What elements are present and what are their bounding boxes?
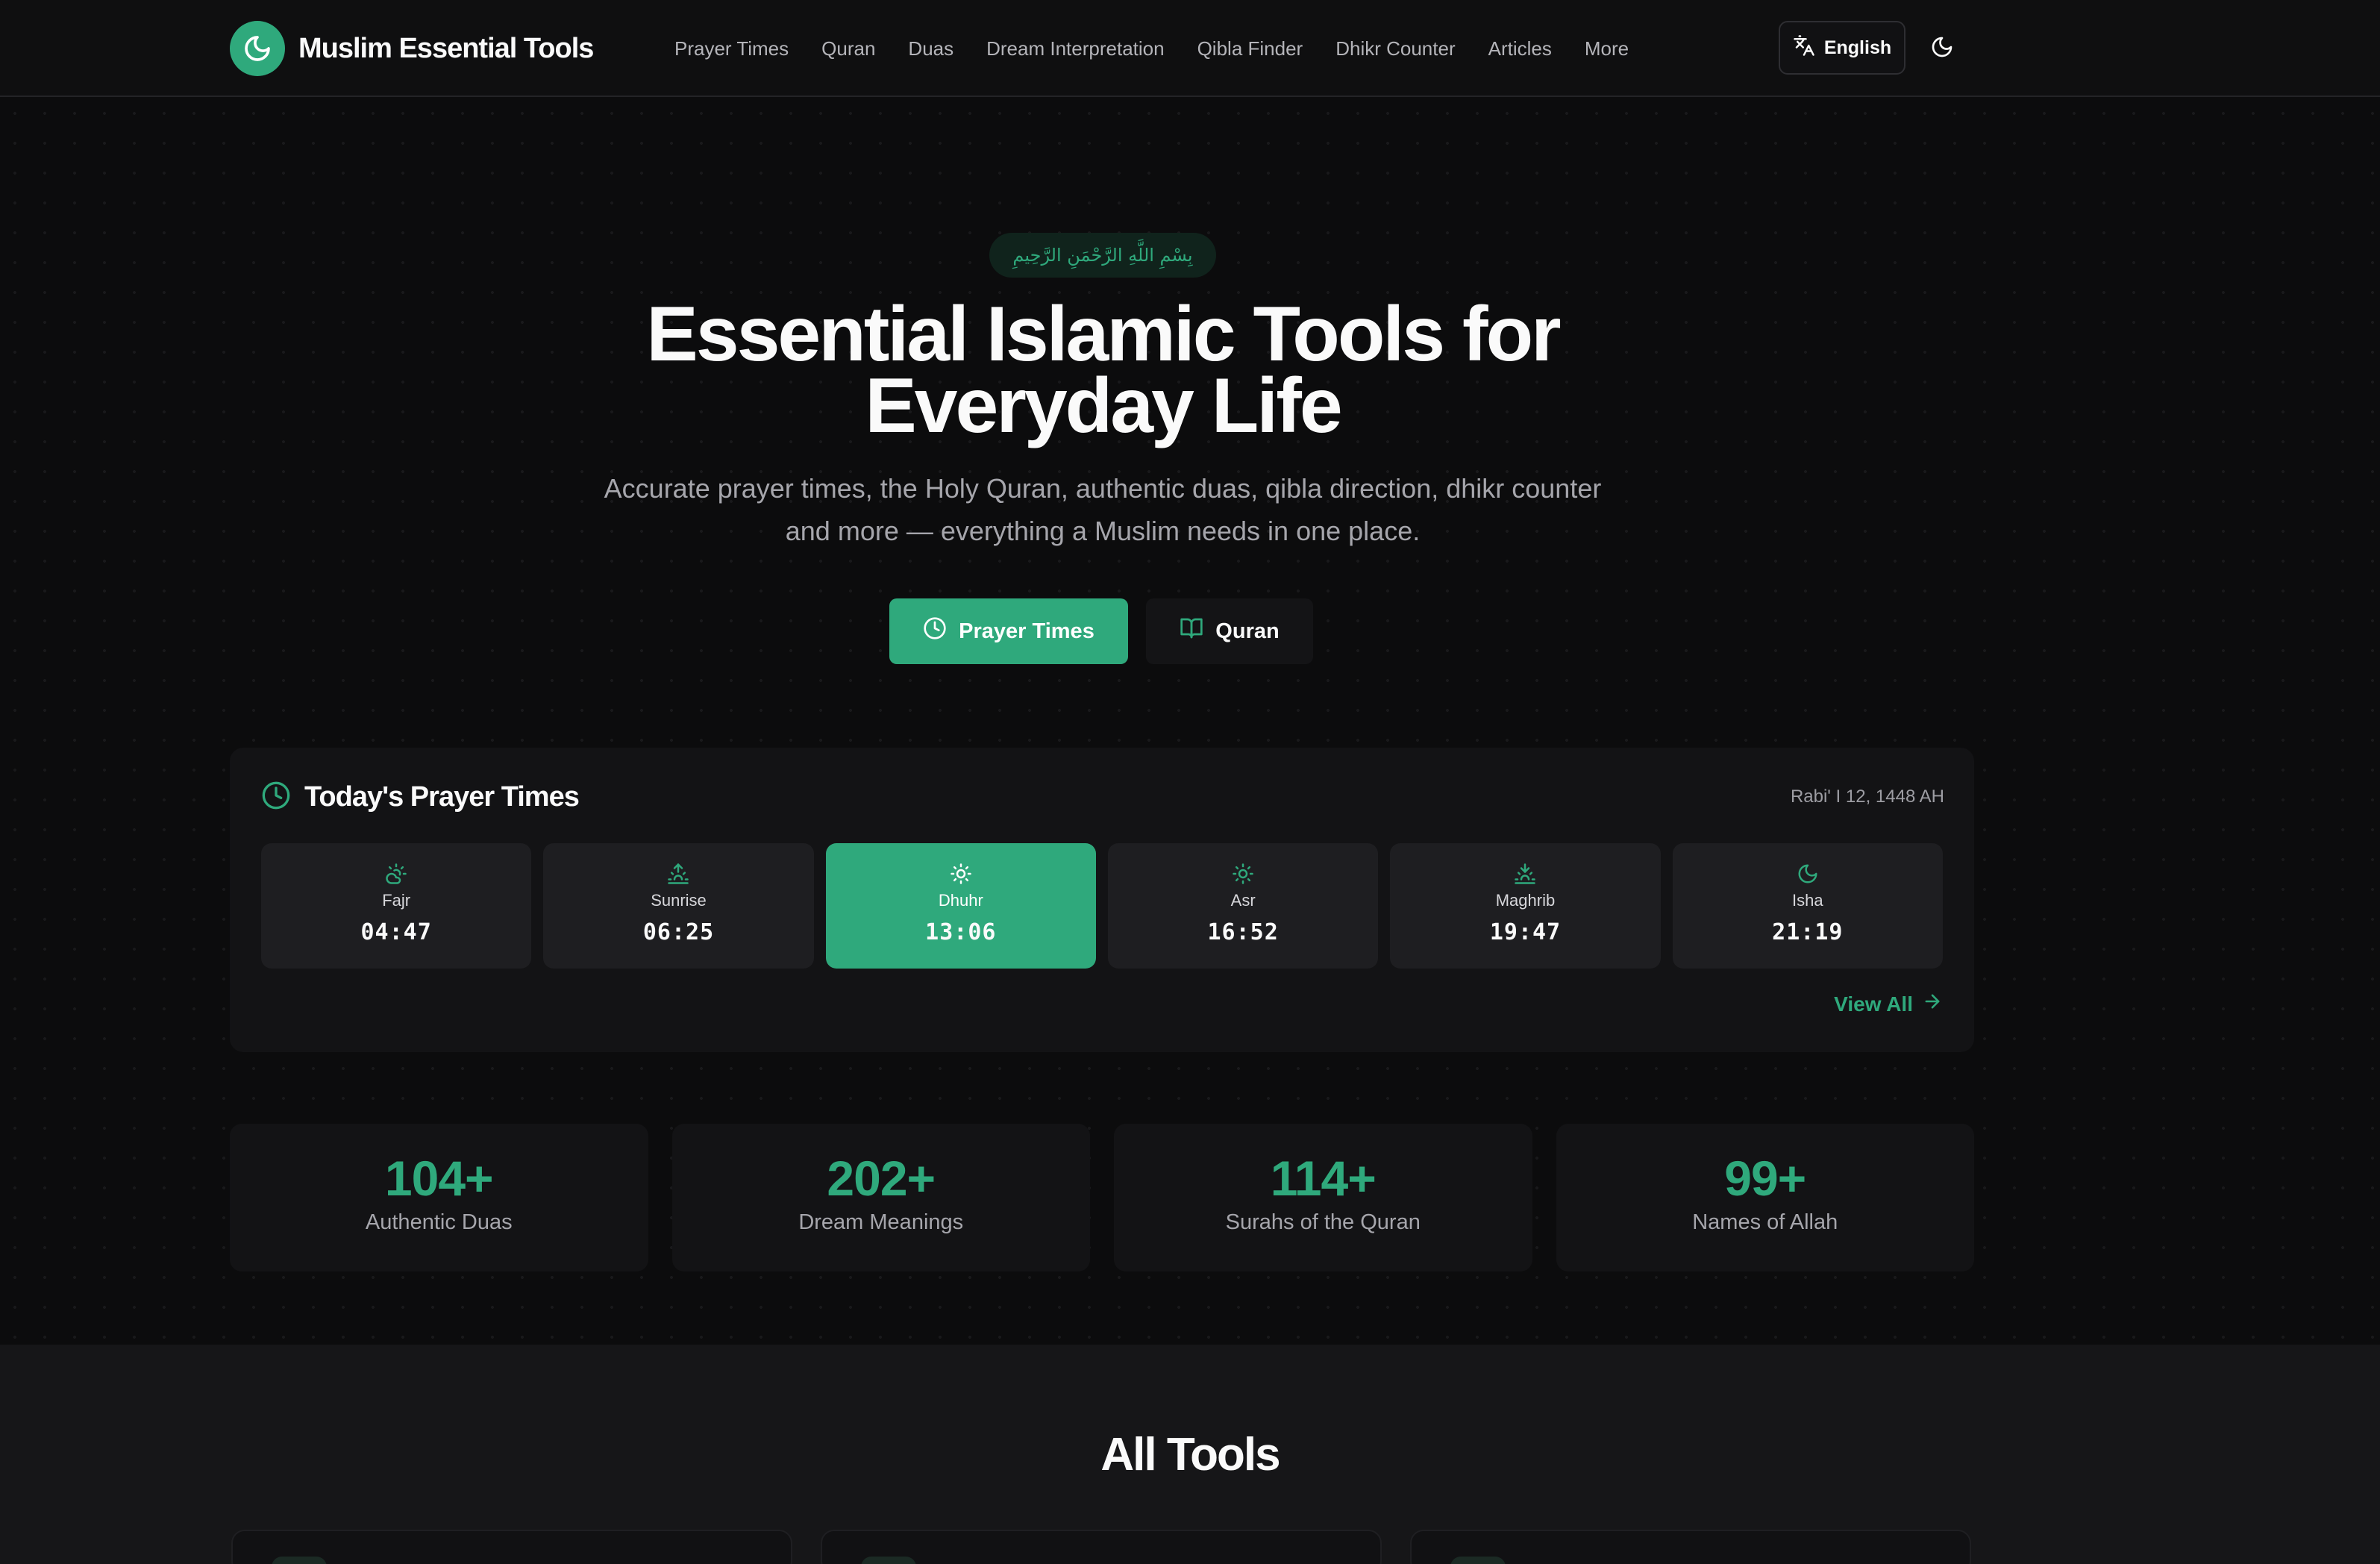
hero-title: Essential Islamic Tools for Everyday Lif… [522, 295, 1683, 445]
nav-link-qibla-finder[interactable]: Qibla Finder [1197, 37, 1303, 60]
prayer-tile-dhuhr: Dhuhr 13:06 [825, 843, 1096, 969]
sunrise-icon [667, 861, 689, 886]
navbar: Muslim Essential Tools Prayer Times Qura… [0, 0, 2380, 97]
nav-link-quran[interactable]: Quran [821, 37, 875, 60]
cloud-sun-icon [385, 861, 407, 886]
nav-link-dhikr-counter[interactable]: Dhikr Counter [1335, 37, 1455, 60]
stats-row: 104+ Authentic Duas 202+ Dream Meanings … [230, 1124, 1974, 1271]
stat-card-names: 99+ Names of Allah [1556, 1124, 1974, 1271]
stat-value: 104+ [384, 1151, 494, 1206]
clock-icon [923, 616, 947, 646]
tool-card-icon [1450, 1557, 1506, 1564]
prayer-tile-maghrib: Maghrib 19:47 [1390, 843, 1661, 969]
brand-home-link[interactable]: Muslim Essential Tools [230, 21, 594, 76]
prayer-times-grid: Fajr 04:47 Sunrise 06:25 Dhuhr 13:06 Asr… [261, 843, 1943, 969]
prayer-tile-sunrise: Sunrise 06:25 [543, 843, 814, 969]
crescent-moon-icon [230, 21, 285, 76]
hijri-date: Rabi' I 12, 1448 AH [1790, 786, 1944, 807]
prayer-times-button-label: Prayer Times [959, 619, 1095, 643]
stat-value: 202+ [827, 1151, 936, 1206]
tool-card[interactable] [231, 1530, 792, 1564]
language-label: English [1823, 37, 1892, 58]
stat-card-dreams: 202+ Dream Meanings [671, 1124, 1090, 1271]
stat-label: Names of Allah [1692, 1210, 1838, 1234]
stat-label: Dream Meanings [798, 1210, 964, 1234]
tool-card-icon [861, 1557, 916, 1564]
hero-section: بِسْمِ اللَّهِ الرَّحْمَنِ الرَّحِيمِ Es… [0, 98, 2380, 1345]
bismillah-badge: بِسْمِ اللَّهِ الرَّحْمَنِ الرَّحِيمِ [989, 233, 1216, 278]
arrow-right-icon [1922, 991, 1943, 1017]
nav-link-more[interactable]: More [1585, 37, 1629, 60]
stat-value: 114+ [1270, 1151, 1377, 1206]
prayer-time: 16:52 [1207, 919, 1279, 945]
quran-button[interactable]: Quran [1146, 598, 1313, 664]
prayer-name: Dhuhr [938, 891, 983, 910]
prayer-name: Asr [1230, 891, 1256, 910]
prayer-time: 19:47 [1489, 919, 1562, 945]
prayer-name: Sunrise [651, 891, 707, 910]
stat-label: Authentic Duas [365, 1210, 513, 1234]
sunset-icon [1514, 861, 1536, 886]
tool-card[interactable] [1410, 1530, 1971, 1564]
prayer-tile-isha: Isha 21:19 [1672, 843, 1943, 969]
tool-card-icon [272, 1557, 327, 1564]
quran-button-label: Quran [1215, 619, 1280, 643]
moon-icon [1797, 861, 1819, 886]
translate-icon [1793, 34, 1815, 62]
prayer-times-title: Today's Prayer Times [304, 781, 580, 813]
nav-link-prayer-times[interactable]: Prayer Times [674, 37, 789, 60]
theme-toggle-button[interactable] [1920, 27, 1964, 70]
main-nav: Prayer Times Quran Duas Dream Interpreta… [674, 30, 1662, 67]
prayer-name: Maghrib [1495, 891, 1556, 910]
stat-label: Surahs of the Quran [1225, 1210, 1421, 1234]
hero-subtitle: Accurate prayer times, the Holy Quran, a… [604, 473, 1602, 546]
hero-title-line2: Everyday Life [865, 363, 1342, 449]
prayer-name: Isha [1792, 891, 1823, 910]
sun-icon [950, 861, 972, 886]
prayer-times-header: Today's Prayer Times [261, 781, 580, 814]
prayer-times-card: Today's Prayer Times Rabi' I 12, 1448 AH… [230, 748, 1974, 1052]
tool-card[interactable] [821, 1530, 1382, 1564]
view-all-link[interactable]: View All [1834, 991, 1943, 1017]
moon-icon [1930, 35, 1954, 63]
stat-value: 99+ [1724, 1151, 1806, 1206]
sun-icon [1232, 861, 1254, 886]
all-tools-section: All Tools [0, 1345, 2380, 1564]
book-open-icon [1180, 616, 1203, 646]
prayer-times-button[interactable]: Prayer Times [889, 598, 1128, 664]
nav-link-duas[interactable]: Duas [908, 37, 953, 60]
prayer-time: 06:25 [642, 919, 715, 945]
stat-card-surahs: 114+ Surahs of the Quran [1114, 1124, 1532, 1271]
all-tools-title: All Tools [1100, 1429, 1280, 1480]
nav-link-articles[interactable]: Articles [1488, 37, 1552, 60]
prayer-time: 04:47 [360, 919, 432, 945]
nav-link-dream-interpretation[interactable]: Dream Interpretation [986, 37, 1164, 60]
prayer-name: Fajr [382, 891, 411, 910]
prayer-tile-asr: Asr 16:52 [1107, 843, 1379, 969]
language-button[interactable]: English [1779, 21, 1905, 75]
brand-name: Muslim Essential Tools [298, 32, 594, 64]
view-all-label: View All [1834, 992, 1913, 1016]
stat-card-duas: 104+ Authentic Duas [230, 1124, 648, 1271]
prayer-time: 21:19 [1772, 919, 1844, 945]
prayer-tile-fajr: Fajr 04:47 [261, 843, 532, 969]
prayer-time: 13:06 [925, 919, 997, 945]
clock-icon [261, 781, 291, 814]
